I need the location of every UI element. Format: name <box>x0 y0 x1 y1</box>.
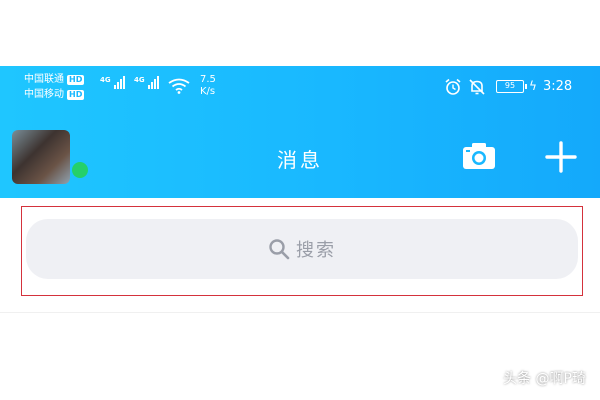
divider <box>0 312 600 313</box>
status-time: 3:28 <box>543 79 573 94</box>
signal-1-icon: 4G <box>100 76 125 89</box>
search-bar[interactable]: 搜索 <box>26 219 578 279</box>
network-1-label: 4G <box>100 76 111 84</box>
mute-bell-icon <box>469 79 485 95</box>
speed-value: 7.5 <box>200 74 216 85</box>
network-speed: 7.5 K/s <box>200 74 216 98</box>
plus-icon[interactable] <box>545 141 577 173</box>
status-bar: 中国联通 HD 中国移动 HD 4G 4G 7.5 K/s 95 ϟ 3:28 <box>0 66 600 108</box>
signal-2-icon: 4G <box>134 76 159 89</box>
speed-unit: K/s <box>200 86 216 97</box>
search-placeholder: 搜索 <box>296 240 336 261</box>
hd-badge-1: HD <box>67 74 85 85</box>
hd-badge-2: HD <box>67 89 85 100</box>
carrier-1-label: 中国联通 <box>24 74 64 85</box>
network-2-label: 4G <box>134 76 145 84</box>
battery-level: 95 <box>504 81 516 90</box>
wifi-icon <box>168 78 190 94</box>
page-title: 消息 <box>277 148 323 172</box>
charging-icon: ϟ <box>529 79 537 93</box>
carrier-2-label: 中国移动 <box>24 89 64 100</box>
search-icon <box>269 239 290 260</box>
battery-icon: 95 <box>496 80 527 93</box>
camera-icon[interactable] <box>462 141 496 171</box>
carrier-info: 中国联通 HD 中国移动 HD <box>24 72 85 102</box>
alarm-icon <box>445 78 461 95</box>
app-header: 中国联通 HD 中国移动 HD 4G 4G 7.5 K/s 95 ϟ 3:28 … <box>0 66 600 198</box>
watermark: 头条 @啊P琦 <box>503 371 586 387</box>
